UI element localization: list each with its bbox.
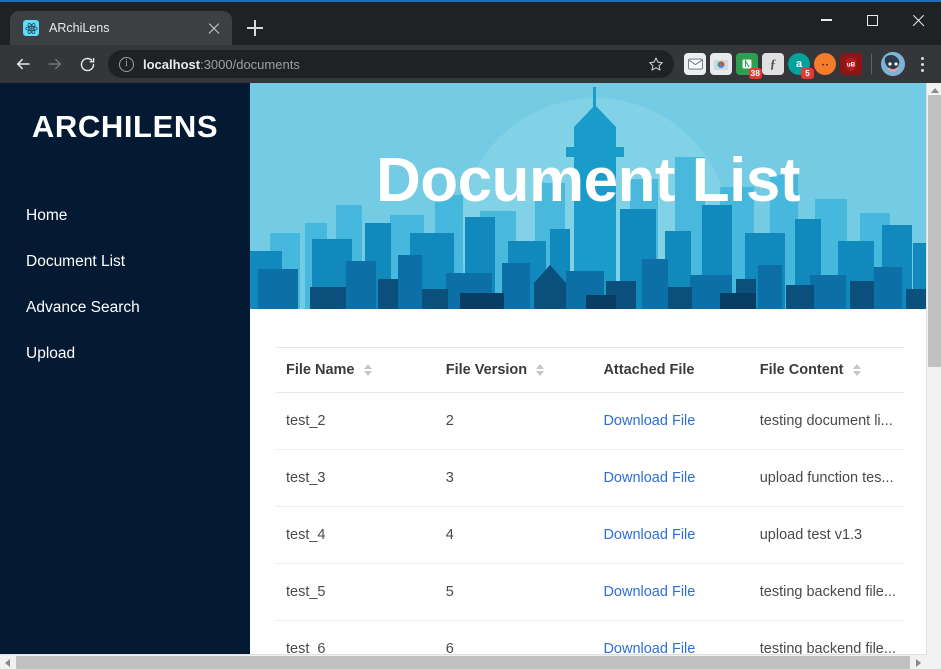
- cell-file-name: test_3: [276, 449, 436, 507]
- cell-file-version: 3: [435, 449, 594, 507]
- kebab-menu-icon[interactable]: [911, 52, 933, 76]
- page-title: Document List: [375, 146, 801, 215]
- cell-attached-file: Download File: [593, 449, 750, 507]
- column-header-file-name[interactable]: File Name: [276, 347, 436, 393]
- column-label-file-version: File Version: [445, 362, 528, 378]
- sidebar-item-home[interactable]: Home: [0, 193, 250, 239]
- table-header-row: File Name File Version Attached File Fil…: [276, 347, 904, 393]
- scroll-left-arrow-icon[interactable]: [0, 655, 15, 669]
- vertical-scroll-thumb[interactable]: [928, 95, 941, 367]
- sort-icon-file-name[interactable]: [363, 364, 372, 376]
- download-file-link[interactable]: Download File: [603, 584, 695, 600]
- sidebar: ARCHILENS Home Document List Advance Sea…: [0, 83, 250, 654]
- cell-file-name: test_5: [276, 563, 436, 621]
- cell-file-content: upload function tes...: [749, 449, 904, 507]
- script-extension-icon[interactable]: ƒ: [762, 53, 784, 75]
- cell-file-version: 2: [435, 392, 594, 450]
- app-brand-title: ARCHILENS: [31, 109, 219, 144]
- url-text: localhost:3000/documents: [143, 57, 639, 72]
- react-logo-icon: [23, 20, 39, 36]
- new-tab-button[interactable]: [241, 14, 269, 42]
- sidebar-item-advance-search[interactable]: Advance Search: [0, 285, 250, 331]
- sort-icon-file-content[interactable]: [852, 364, 861, 376]
- back-arrow-icon[interactable]: [8, 49, 38, 79]
- fox-extension-icon[interactable]: [814, 53, 836, 75]
- address-bar[interactable]: i localhost:3000/documents: [108, 50, 674, 78]
- reload-icon[interactable]: [72, 49, 102, 79]
- table-row[interactable]: test_4 4 Download File upload test v1.3: [276, 506, 904, 564]
- shopping-assistant-extension-icon[interactable]: a 5: [788, 53, 814, 79]
- cell-file-content: testing backend file...: [749, 563, 904, 621]
- grammar-extension-badge: 38: [748, 68, 762, 79]
- minimize-button[interactable]: [803, 4, 849, 36]
- column-label-file-name: File Name: [286, 362, 355, 378]
- cell-file-name: test_4: [276, 506, 436, 564]
- main-content: Document List File Name File Version Att…: [250, 83, 926, 669]
- cell-attached-file: Download File: [593, 506, 750, 564]
- column-label-attached-file: Attached File: [603, 362, 695, 378]
- page-viewport: ARCHILENS Home Document List Advance Sea…: [0, 83, 941, 669]
- cell-attached-file: Download File: [593, 392, 750, 450]
- url-path: :3000/documents: [200, 56, 300, 72]
- cell-file-version: 4: [435, 506, 594, 564]
- close-window-button[interactable]: [895, 4, 941, 36]
- browser-titlebar: ARchiLens: [0, 0, 941, 45]
- mail-extension-icon[interactable]: [684, 53, 706, 75]
- download-file-link[interactable]: Download File: [603, 470, 695, 486]
- hero-banner: Document List: [250, 83, 926, 309]
- star-icon[interactable]: [648, 56, 664, 72]
- profile-avatar[interactable]: [881, 52, 905, 76]
- cell-file-content: testing document li...: [749, 392, 904, 450]
- cell-file-name: test_2: [276, 392, 436, 450]
- column-header-attached-file: Attached File: [593, 347, 750, 393]
- extensions-bar: 38 ƒ a 5 uB: [682, 52, 933, 79]
- screenshot-extension-icon[interactable]: [710, 53, 732, 75]
- cell-file-version: 5: [435, 563, 594, 621]
- browser-tab[interactable]: ARchiLens: [10, 11, 232, 45]
- forward-arrow-icon[interactable]: [40, 49, 70, 79]
- cell-attached-file: Download File: [593, 563, 750, 621]
- table-body: test_2 2 Download File testing document …: [276, 392, 904, 669]
- column-header-file-version[interactable]: File Version: [435, 347, 594, 393]
- download-file-link[interactable]: Download File: [603, 527, 695, 543]
- tab-title: ARchiLens: [49, 21, 110, 35]
- scroll-right-arrow-icon[interactable]: [911, 655, 926, 669]
- table-header: File Name File Version Attached File Fil…: [276, 347, 904, 393]
- sidebar-item-document-list[interactable]: Document List: [0, 239, 250, 285]
- horizontal-scroll-thumb[interactable]: [16, 656, 910, 669]
- info-circle-icon[interactable]: i: [119, 56, 134, 72]
- vertical-scrollbar[interactable]: [926, 83, 941, 669]
- sidebar-item-upload[interactable]: Upload: [0, 331, 250, 377]
- shopping-assistant-badge: 5: [801, 68, 814, 79]
- document-table: File Name File Version Attached File Fil…: [276, 347, 904, 669]
- browser-window: ARchiLens i localhost:3000/documents 38 …: [0, 0, 941, 669]
- cell-file-content: upload test v1.3: [749, 506, 904, 564]
- window-controls: [803, 4, 941, 36]
- browser-toolbar: i localhost:3000/documents 38 ƒ a 5 uB: [0, 45, 941, 83]
- tab-strip: ARchiLens: [0, 0, 269, 45]
- table-row[interactable]: test_5 5 Download File testing backend f…: [276, 563, 904, 621]
- ublock-extension-icon[interactable]: uB: [840, 53, 862, 75]
- tab-close-icon[interactable]: [206, 20, 222, 36]
- toolbar-divider: [871, 54, 872, 74]
- document-table-container: File Name File Version Attached File Fil…: [250, 309, 926, 669]
- grammar-extension-icon[interactable]: 38: [736, 53, 762, 79]
- svg-text:uB: uB: [847, 61, 856, 68]
- column-label-file-content: File Content: [759, 362, 844, 378]
- app-root: ARCHILENS Home Document List Advance Sea…: [0, 83, 926, 669]
- maximize-button[interactable]: [849, 4, 895, 36]
- horizontal-scrollbar[interactable]: [0, 654, 926, 669]
- sort-icon-file-version[interactable]: [536, 364, 545, 376]
- url-host: localhost: [143, 56, 201, 72]
- scrollbar-corner: [926, 654, 941, 669]
- table-row[interactable]: test_2 2 Download File testing document …: [276, 392, 904, 450]
- table-row[interactable]: test_3 3 Download File upload function t…: [276, 449, 904, 507]
- download-file-link[interactable]: Download File: [603, 413, 695, 429]
- column-header-file-content[interactable]: File Content: [749, 347, 904, 393]
